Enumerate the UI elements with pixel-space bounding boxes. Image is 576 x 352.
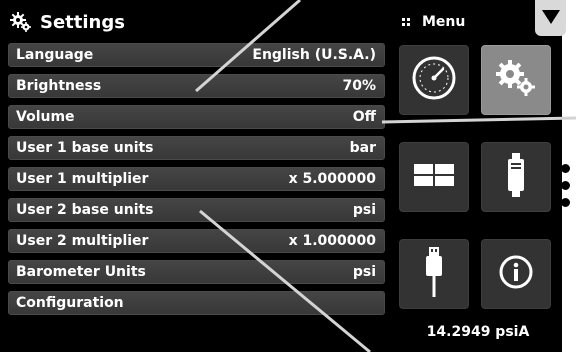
setting-value: English (U.S.A.) [252,47,376,63]
sensor-tile[interactable] [481,142,551,212]
instrument-screen: Settings Language English (U.S.A.) Brigh… [0,0,562,352]
gears-icon [494,58,538,102]
usb-plug-icon [424,247,444,301]
settings-tile[interactable] [481,45,551,115]
info-tile[interactable] [481,239,551,309]
page-title: Settings [40,11,125,33]
gears-icon [10,12,32,32]
dropdown-button[interactable] [535,0,566,36]
setting-value: 70% [342,78,376,94]
gauge-tile[interactable] [399,45,469,115]
triangle-down-icon [541,9,560,28]
setting-value: psi [352,202,376,218]
setting-label: Brightness [16,78,102,94]
split-view-tile[interactable] [399,142,469,212]
setting-label: Configuration [16,295,124,311]
setting-row-user2-multiplier[interactable]: User 2 multiplier x 1.000000 [8,229,385,253]
usb-tile[interactable] [399,239,469,309]
page-dot [561,198,570,207]
setting-row-brightness[interactable]: Brightness 70% [8,74,385,98]
setting-row-user1-base-units[interactable]: User 1 base units bar [8,136,385,160]
setting-row-configuration[interactable]: Configuration [8,291,385,315]
page-dot [561,181,570,190]
settings-list: Language English (U.S.A.) Brightness 70%… [8,43,385,322]
setting-row-user2-base-units[interactable]: User 2 base units psi [8,198,385,222]
grip-icon [402,18,410,26]
setting-label: User 1 base units [16,140,154,156]
split-panel-icon [414,164,454,190]
setting-value: bar [349,140,376,156]
setting-value: x 1.000000 [288,233,376,249]
setting-label: User 1 multiplier [16,171,149,187]
setting-label: Volume [16,109,75,125]
setting-label: Language [16,47,94,63]
setting-label: User 2 base units [16,202,154,218]
page-dot [561,164,570,173]
setting-value: psi [352,264,376,280]
barometer-reading: 14.2949 psiA [426,324,530,340]
setting-value: Off [352,109,376,125]
menu-header[interactable]: Menu [402,12,465,32]
sensor-module-icon [505,153,527,201]
setting-label: Barometer Units [16,264,146,280]
page-indicator [561,164,575,214]
setting-value: x 5.000000 [288,171,376,187]
menu-label: Menu [422,14,466,30]
settings-header: Settings [10,10,125,34]
setting-row-language[interactable]: Language English (U.S.A.) [8,43,385,67]
setting-row-user1-multiplier[interactable]: User 1 multiplier x 5.000000 [8,167,385,191]
setting-row-barometer-units[interactable]: Barometer Units psi [8,260,385,284]
setting-label: User 2 multiplier [16,233,149,249]
gauge-icon [411,55,457,105]
setting-row-volume[interactable]: Volume Off [8,105,385,129]
info-icon [499,255,533,293]
